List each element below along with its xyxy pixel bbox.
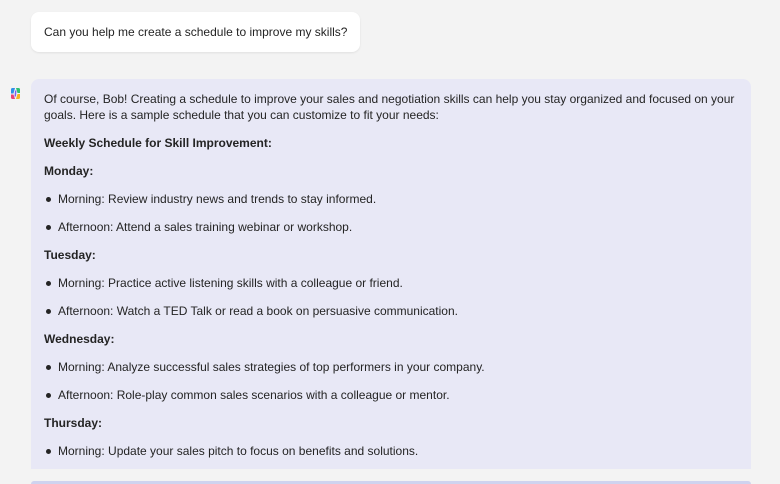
list-item: Afternoon: Watch a TED Talk or read a bo… — [44, 303, 739, 319]
user-message-text: Can you help me create a schedule to imp… — [44, 25, 348, 39]
day-heading-monday: Monday: — [44, 164, 94, 178]
list-item: Morning: Practice active listening skill… — [44, 275, 739, 291]
tuesday-list: Morning: Practice active listening skill… — [44, 275, 739, 319]
copilot-logo-icon — [9, 87, 22, 100]
list-item: Morning: Analyze successful sales strate… — [44, 359, 739, 375]
list-item: Morning: Review industry news and trends… — [44, 191, 739, 207]
monday-list: Morning: Review industry news and trends… — [44, 191, 739, 235]
day-heading-wednesday: Wednesday: — [44, 332, 115, 346]
assistant-intro-text: Of course, Bob! Creating a schedule to i… — [44, 92, 735, 122]
thursday-list: Morning: Update your sales pitch to focu… — [44, 443, 739, 459]
list-item: Afternoon: Attend a sales training webin… — [44, 219, 739, 235]
day-heading-tuesday: Tuesday: — [44, 248, 96, 262]
wednesday-list: Morning: Analyze successful sales strate… — [44, 359, 739, 403]
list-item: Afternoon: Role-play common sales scenar… — [44, 387, 739, 403]
assistant-message-bubble: Of course, Bob! Creating a schedule to i… — [31, 79, 751, 469]
schedule-heading: Weekly Schedule for Skill Improvement: — [44, 136, 272, 150]
chat-conversation: Can you help me create a schedule to imp… — [0, 0, 780, 484]
user-message-bubble: Can you help me create a schedule to imp… — [31, 12, 361, 52]
day-heading-thursday: Thursday: — [44, 416, 103, 430]
list-item: Morning: Update your sales pitch to focu… — [44, 443, 739, 459]
